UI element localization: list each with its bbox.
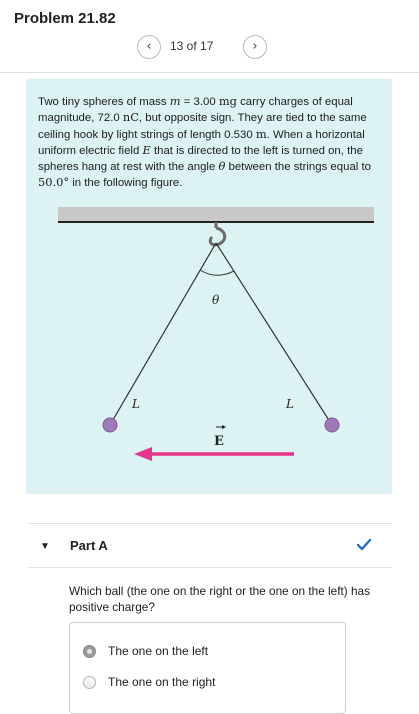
theta-label: θ bbox=[212, 293, 220, 307]
previous-problem-button[interactable]: ‹ bbox=[137, 35, 161, 59]
angle-value: 50.0° bbox=[38, 175, 70, 190]
field-variable: E bbox=[142, 142, 151, 157]
next-problem-button[interactable]: › bbox=[243, 35, 267, 59]
charged-spheres-figure: θ L L E bbox=[58, 207, 374, 461]
svg-text:E: E bbox=[214, 434, 224, 449]
ceiling bbox=[58, 207, 374, 222]
field-label: E bbox=[214, 425, 226, 449]
angle-arc bbox=[199, 269, 235, 276]
option-label: The one on the left bbox=[108, 644, 209, 658]
right-string bbox=[215, 242, 333, 426]
problem-statement-card: Two tiny spheres of mass m = 3.00 mg car… bbox=[26, 79, 392, 494]
problem-text: Two tiny spheres of mass m = 3.00 mg car… bbox=[38, 94, 371, 190]
field-arrow bbox=[134, 447, 294, 461]
option-label: The one on the right bbox=[108, 675, 216, 689]
ceiling-hook bbox=[208, 222, 227, 247]
problem-pager: ‹ 13 of 17 › bbox=[0, 35, 419, 59]
radio-selected[interactable] bbox=[83, 645, 96, 658]
answer-options: The one on the left The one on the right bbox=[69, 622, 346, 714]
part-divider-bottom bbox=[28, 567, 392, 568]
header-divider bbox=[0, 72, 419, 73]
right-string-label: L bbox=[285, 397, 294, 411]
chevron-right-icon: › bbox=[252, 39, 258, 54]
radio-unselected[interactable] bbox=[83, 676, 96, 689]
right-sphere bbox=[324, 417, 340, 433]
mass-variable: m bbox=[169, 94, 181, 108]
collapse-toggle-icon[interactable]: ▼ bbox=[40, 541, 50, 552]
question-text: Which ball (the one on the right or the … bbox=[69, 584, 371, 614]
checkmark-icon bbox=[356, 538, 372, 551]
length-unit: m bbox=[255, 126, 267, 141]
left-sphere bbox=[102, 417, 118, 433]
problem-title: Problem 21.82 bbox=[14, 10, 116, 27]
left-string-label: L bbox=[131, 397, 140, 411]
problem-count: 13 of 17 bbox=[170, 39, 214, 53]
chevron-left-icon: ‹ bbox=[146, 39, 152, 54]
mass-unit: mg bbox=[218, 94, 237, 108]
part-divider-top bbox=[28, 523, 392, 524]
part-a-title[interactable]: Part A bbox=[70, 538, 108, 553]
charge-unit: nC bbox=[122, 110, 139, 125]
